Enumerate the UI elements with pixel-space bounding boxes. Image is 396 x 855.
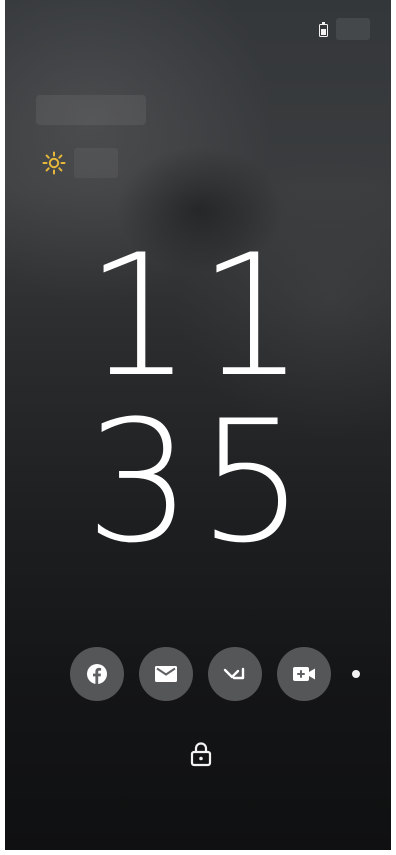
screenshot-border-left — [0, 0, 5, 855]
date-redacted-area — [36, 95, 146, 125]
status-bar — [319, 18, 370, 40]
mail-shortcut-button[interactable] — [139, 647, 193, 701]
battery-icon — [319, 21, 328, 37]
facebook-icon — [87, 664, 107, 684]
video-call-icon — [293, 667, 315, 681]
status-redacted-area — [336, 18, 370, 40]
temperature-redacted-area — [74, 148, 118, 178]
mail-icon — [155, 666, 177, 682]
lock-icon[interactable] — [190, 741, 212, 767]
screenshot-border-bottom — [0, 850, 396, 855]
clock-hours: 11 — [85, 218, 311, 414]
facebook-shortcut-button[interactable] — [70, 647, 124, 701]
video-call-shortcut-button[interactable] — [277, 647, 331, 701]
shortcuts-row — [70, 647, 360, 701]
sun-icon — [42, 151, 66, 175]
lock-screen: 11 35 — [0, 0, 396, 855]
clock-minutes: 35 — [85, 384, 311, 580]
screenshot-border-right — [391, 0, 396, 855]
more-shortcuts-indicator[interactable] — [352, 670, 360, 678]
missed-call-icon — [223, 667, 245, 680]
missed-call-shortcut-button[interactable] — [208, 647, 262, 701]
weather-widget[interactable] — [42, 148, 118, 178]
